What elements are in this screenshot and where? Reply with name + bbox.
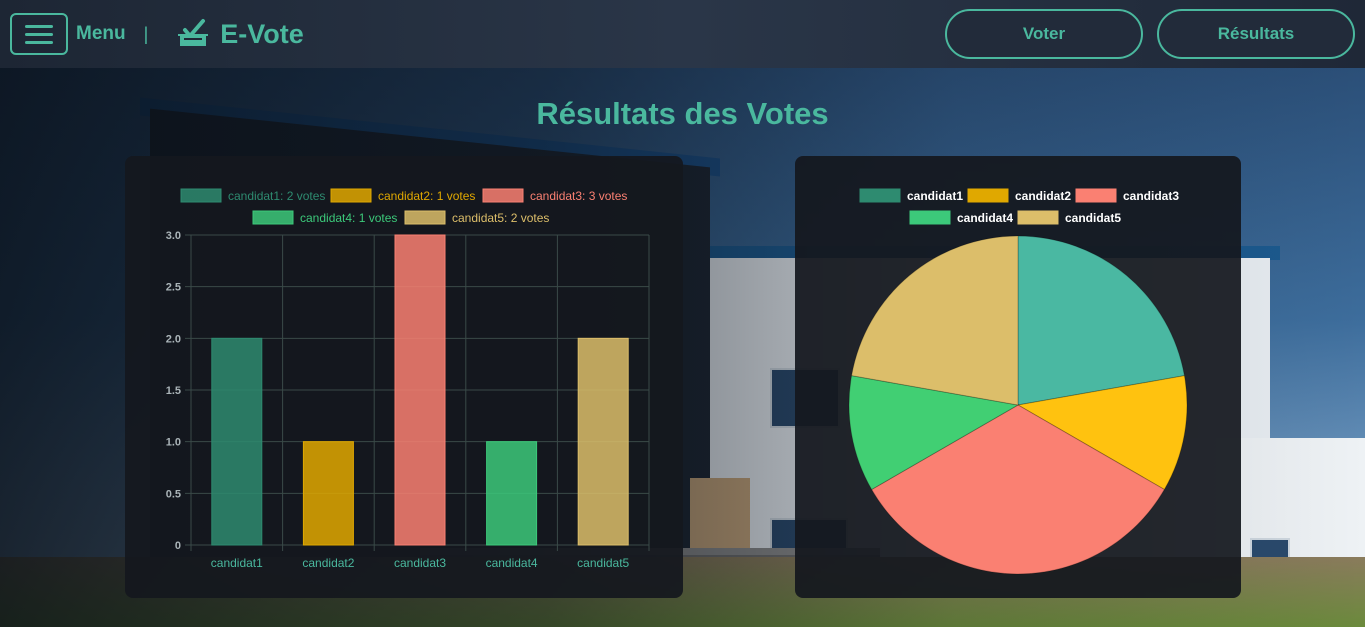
y-tick-label: 0.5 [166,488,181,500]
page-title: Résultats des Votes [536,96,829,131]
bar-legend-label: candidat1: 2 votes [228,189,325,203]
bar-legend-item[interactable]: candidat1: 2 votes [180,188,325,203]
pie-chart: candidat1 candidat2 candidat3 candidat4 cand… [848,188,1188,575]
pie-legend-label: candidat5 [1065,211,1121,225]
bar-legend-label: candidat3: 3 votes [530,189,627,203]
x-tick-label: candidat1 [211,556,263,570]
bar-legend-label: candidat4: 1 votes [300,211,397,225]
bar-legend-item[interactable]: candidat5: 2 votes [404,210,549,225]
bar-legend-label: candidat5: 2 votes [452,211,549,225]
app-logo[interactable]: E-Vote [176,15,304,54]
bar-candidat5[interactable] [577,337,629,546]
x-tick-label: candidat5 [577,556,629,570]
bar-candidat1[interactable] [211,337,263,546]
nav-separator: | [143,23,149,44]
pie-chart-card: candidat1 candidat2 candidat3 candidat4 cand… [795,156,1241,598]
y-tick-label: 0 [175,540,181,552]
app-title: E-Vote [220,18,304,49]
pie-legend-label: candidat3 [1123,189,1179,203]
bar-candidat2[interactable] [302,441,354,546]
bar-legend-item[interactable]: candidat3: 3 votes [482,188,627,203]
pie-legend-item[interactable]: candidat5 [1017,210,1121,225]
y-tick-label: 3.0 [166,230,181,242]
pie-legend-item[interactable]: candidat2 [967,188,1071,203]
bar-chart: candidat1: 2 votes candidat2: 1 votes cand… [166,188,650,570]
navbar: Menu | E-Vote Voter Résultats [0,0,1365,68]
pie-legend-item[interactable]: candidat3 [1075,188,1179,203]
vote-button[interactable]: Voter [945,9,1143,59]
bar-legend-label: candidat2: 1 votes [378,189,475,203]
y-tick-label: 1.5 [166,385,181,397]
x-tick-label: candidat3 [394,556,446,570]
bar-candidat4[interactable] [486,441,538,546]
y-tick-label: 1.0 [166,437,181,449]
pie-legend-label: candidat1 [907,189,963,203]
pie-legend-label: candidat4 [957,211,1013,225]
bar-candidat3[interactable] [394,234,446,546]
y-tick-label: 2.5 [166,282,181,294]
pie-legend-item[interactable]: candidat4 [909,210,1013,225]
bar-legend-item[interactable]: candidat2: 1 votes [330,188,475,203]
bar-legend-item[interactable]: candidat4: 1 votes [252,210,397,225]
x-tick-label: candidat2 [302,556,354,570]
pie-legend-label: candidat2 [1015,189,1071,203]
x-tick-label: candidat4 [486,556,538,570]
pie-slice-candidat5[interactable] [850,235,1019,406]
y-tick-label: 2.0 [166,333,181,345]
hamburger-menu-button[interactable] [10,13,68,55]
ballot-box-icon [176,15,210,54]
bar-chart-card: candidat1: 2 votes candidat2: 1 votes cand… [125,156,683,598]
pie-legend-item[interactable]: candidat1 [859,188,963,203]
menu-label: Menu [76,23,126,44]
results-button[interactable]: Résultats [1157,9,1355,59]
